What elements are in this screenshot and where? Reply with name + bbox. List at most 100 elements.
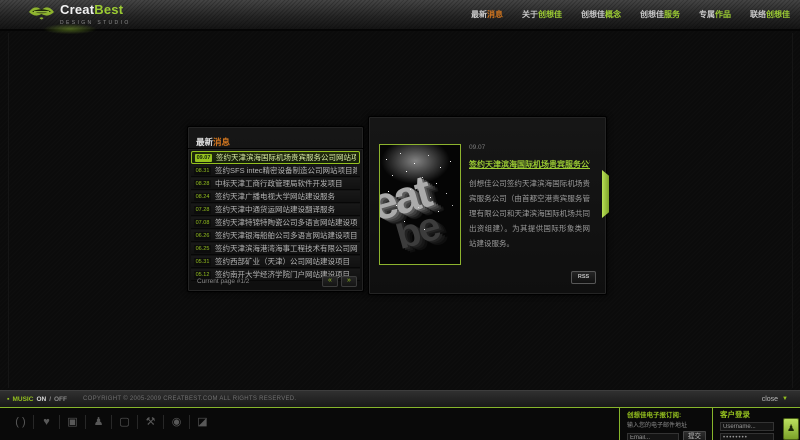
- heart-icon[interactable]: ♥: [34, 413, 59, 431]
- nav-item-label-accent: 消息: [487, 10, 503, 19]
- copy-icon[interactable]: ▣: [60, 413, 85, 431]
- detail-title-link[interactable]: 签约天津滨海国际机场贵宾服务公司网站项目: [469, 159, 590, 170]
- nav-item-label: 创想佳: [640, 10, 664, 19]
- rss-button[interactable]: RSS: [571, 271, 596, 284]
- news-panel-title: 最新消息: [188, 127, 363, 149]
- copyright-text: COPYRIGHT © 2005-2009 CREATBEST.COM ALL …: [83, 396, 296, 402]
- news-row-date: 07.08: [194, 219, 211, 227]
- detail-text: 创想佳公司签约天津滨海国际机场贵宾服务公司（由首都空港贵宾服务管理有限公司和天津…: [469, 176, 590, 251]
- newsletter-form: 创想佳电子报订阅: 输入您的电子邮件地址 提交: [619, 407, 713, 440]
- news-row[interactable]: 07.28 签约天津中通货运网站建设翻译服务: [191, 204, 360, 216]
- detail-image-glow: [379, 144, 461, 193]
- news-panel: 最新消息 09.07 签约天津滨海国际机场贵宾服务公司网站项目建 08.31 签约SF…: [187, 126, 364, 292]
- close-label: close: [762, 396, 778, 403]
- nav-item-label: 关于: [522, 10, 538, 19]
- news-row[interactable]: 08.24 签约天津广播电视大学网站建设服务: [191, 191, 360, 203]
- news-row[interactable]: 08.28 中标天津工商行政管理局软件开发项目: [191, 178, 360, 190]
- login-person-icon: ♟: [787, 423, 795, 433]
- nav-item-service[interactable]: 创想佳服务: [640, 9, 680, 20]
- footer: ( )♥▣♟▢⚒◉◪ 创想佳电子报订阅: 输入您的电子邮件地址 提交 客户登录 …: [0, 407, 800, 440]
- news-row[interactable]: 06.25 签约天津滨海港湾海事工程技术有限公司网站建: [191, 243, 360, 255]
- news-row-date: 09.07: [195, 154, 212, 162]
- newsletter-submit-button[interactable]: 提交: [683, 431, 706, 440]
- frame-icon[interactable]: ▢: [112, 413, 137, 431]
- chevron-down-icon: ▼: [782, 396, 788, 402]
- nav-item-about[interactable]: 关于创想佳: [522, 9, 562, 20]
- news-row-date: 08.24: [194, 193, 211, 201]
- news-panel-title-white: 最新: [196, 137, 213, 147]
- news-row-title: 签约天津滨海港湾海事工程技术有限公司网站建: [215, 243, 357, 254]
- butterfly-logo-icon: [28, 3, 55, 28]
- nav-item-label-accent: 服务: [664, 10, 680, 19]
- news-row[interactable]: 09.07 签约天津滨海国际机场贵宾服务公司网站项目建: [191, 151, 360, 164]
- nav-item-label-accent: 作品: [715, 10, 731, 19]
- next-page-button[interactable]: »: [341, 276, 357, 287]
- logo[interactable]: CreatBest DESIGN STUDIO: [28, 3, 131, 30]
- news-row[interactable]: 06.26 签约天津银海船舶公司多语言网站建设项目: [191, 230, 360, 242]
- login-form: 客户登录 ♟: [712, 407, 800, 440]
- nav-item-news[interactable]: 最新消息: [471, 9, 503, 20]
- news-row-title: 签约天津特锦特陶瓷公司多语言网站建设项目: [215, 217, 357, 228]
- brand-part-2: Best: [94, 2, 123, 17]
- music-on-label[interactable]: ON: [36, 396, 46, 403]
- news-row-title: 签约天津滨海国际机场贵宾服务公司网站项目建: [216, 152, 356, 163]
- page-frame-left: [8, 33, 9, 388]
- music-bullet-icon: ▪: [7, 396, 9, 403]
- news-row-date: 08.31: [194, 167, 211, 175]
- news-row-title: 签约天津广播电视大学网站建设服务: [215, 191, 335, 202]
- next-arrow-tab[interactable]: [602, 170, 609, 218]
- person-icon[interactable]: ♟: [86, 413, 111, 431]
- tools-icon[interactable]: ⚒: [138, 413, 163, 431]
- username-input[interactable]: [720, 422, 774, 431]
- brand-text: CreatBest DESIGN STUDIO: [60, 3, 131, 30]
- nav-item-label: 联络: [750, 10, 766, 19]
- close-footer-button[interactable]: close ▼: [762, 396, 788, 403]
- news-row-date: 07.28: [194, 206, 211, 214]
- music-off-label[interactable]: OFF: [54, 396, 67, 403]
- news-detail-panel: be eat 09.07 签约天津滨海国际机场贵宾服务公司网站项目 创想佳公司签…: [368, 116, 607, 295]
- news-row-date: 06.26: [194, 232, 211, 240]
- email-input[interactable]: [627, 433, 679, 440]
- news-row-title: 签约天津银海船舶公司多语言网站建设项目: [215, 230, 357, 241]
- brand-part-1: Creat: [60, 2, 94, 17]
- news-row[interactable]: 08.31 签约SFS intec精密设备制造公司网站项目建设: [191, 165, 360, 177]
- nav-item-label-accent: 概念: [605, 10, 621, 19]
- nav-item-works[interactable]: 专属作品: [699, 9, 731, 20]
- password-input[interactable]: [720, 433, 774, 440]
- news-row-date: 06.25: [194, 245, 211, 253]
- news-row-title: 签约天津中通货运网站建设翻译服务: [215, 204, 335, 215]
- news-pagination: Current page #1/2 « »: [197, 276, 357, 287]
- nav-item-label-accent: 创想佳: [766, 10, 790, 19]
- news-row-title: 签约SFS intec精密设备制造公司网站项目建设: [215, 165, 357, 176]
- page-indicator: Current page #1/2: [197, 278, 249, 285]
- music-label: MUSIC: [12, 396, 33, 403]
- photo-icon[interactable]: ◪: [190, 413, 215, 431]
- news-list: 09.07 签约天津滨海国际机场贵宾服务公司网站项目建 08.31 签约SFS int…: [191, 151, 360, 282]
- page-frame-right: [792, 33, 793, 388]
- login-button[interactable]: ♟: [783, 418, 799, 440]
- music-slash: /: [49, 396, 51, 403]
- brand-tagline: DESIGN STUDIO: [60, 17, 131, 30]
- news-row-title: 中标天津工商行政管理局软件开发项目: [215, 178, 343, 189]
- coin-icon[interactable]: ◉: [164, 413, 189, 431]
- newsletter-subtitle: 输入您的电子邮件地址: [627, 420, 713, 429]
- news-detail-body: 09.07 签约天津滨海国际机场贵宾服务公司网站项目 创想佳公司签约天津滨海国际…: [469, 144, 590, 251]
- header-bar: CreatBest DESIGN STUDIO 最新消息关于创想佳创想佳概念创想…: [0, 0, 800, 31]
- nav-item-contact[interactable]: 联络创想佳: [750, 9, 790, 20]
- news-row[interactable]: 05.31 签约西部矿业（天津）公司网站建设项目: [191, 256, 360, 268]
- prev-page-button[interactable]: «: [322, 276, 338, 287]
- news-row-title: 签约西部矿业（天津）公司网站建设项目: [215, 256, 350, 267]
- detail-image-sparkles: [380, 145, 381, 146]
- newsletter-title: 创想佳电子报订阅:: [627, 409, 713, 419]
- detail-date: 09.07: [469, 144, 590, 151]
- nav-item-label: 创想佳: [581, 10, 605, 19]
- code-icon[interactable]: ( ): [8, 413, 33, 431]
- main-nav: 最新消息关于创想佳创想佳概念创想佳服务专属作品联络创想佳: [471, 0, 790, 29]
- news-row[interactable]: 07.08 签约天津特锦特陶瓷公司多语言网站建设项目: [191, 217, 360, 229]
- news-row-date: 05.31: [194, 258, 211, 266]
- news-row-date: 08.28: [194, 180, 211, 188]
- nav-item-concept[interactable]: 创想佳概念: [581, 9, 621, 20]
- page: CreatBest DESIGN STUDIO 最新消息关于创想佳创想佳概念创想…: [0, 0, 800, 440]
- footer-icon-row: ( )♥▣♟▢⚒◉◪: [8, 413, 215, 431]
- music-toggle[interactable]: ▪ MUSIC ON / OFF: [7, 396, 67, 403]
